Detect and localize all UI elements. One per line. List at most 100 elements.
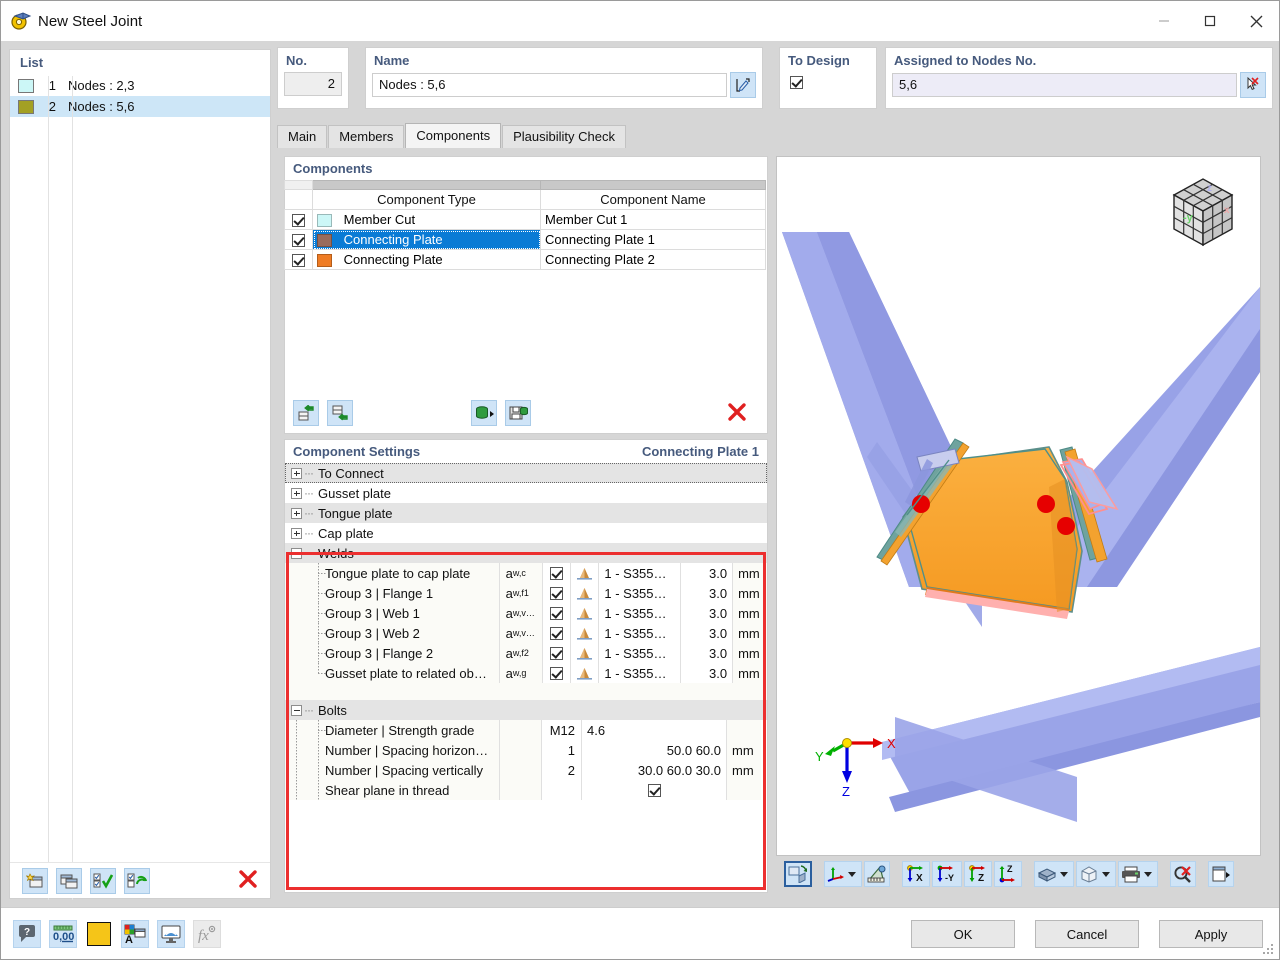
- resize-grip[interactable]: [1263, 944, 1275, 956]
- pick-cursor-icon[interactable]: [1240, 72, 1266, 98]
- display-properties-button[interactable]: A: [121, 920, 149, 948]
- bolt-strength-grade[interactable]: 4.6: [582, 720, 727, 740]
- tree-group-to-connect[interactable]: ··· To Connect: [285, 463, 767, 483]
- bolt-number[interactable]: 2: [542, 760, 582, 780]
- weld-row[interactable]: Group 3 | Web 2 aw,v… 1 - S355… 3.0 mm: [285, 623, 767, 643]
- weld-checkbox[interactable]: [550, 607, 563, 620]
- invert-selection-button[interactable]: [124, 868, 150, 894]
- weld-checkbox[interactable]: [550, 647, 563, 660]
- apply-button[interactable]: Apply: [1159, 920, 1263, 948]
- load-component-button[interactable]: [471, 400, 497, 426]
- tree-group-cap-plate[interactable]: ··· Cap plate: [285, 523, 767, 543]
- print-button[interactable]: [1118, 861, 1158, 887]
- tab-main[interactable]: Main: [277, 125, 327, 148]
- units-button[interactable]: 0,00: [49, 920, 77, 948]
- chevron-down-icon[interactable]: [1060, 872, 1068, 877]
- collapse-icon[interactable]: [291, 705, 302, 716]
- tree-group-tongue-plate[interactable]: ··· Tongue plate: [285, 503, 767, 523]
- new-item-button[interactable]: [22, 868, 48, 894]
- weld-checkbox[interactable]: [550, 567, 563, 580]
- view-in-z-button[interactable]: Z: [964, 861, 992, 887]
- bolt-spacing[interactable]: 30.0 60.0 30.0: [582, 760, 727, 780]
- save-component-button[interactable]: [505, 400, 531, 426]
- row-checkbox[interactable]: [292, 214, 305, 227]
- rotate-view-button[interactable]: [784, 861, 812, 887]
- view-in-x-button[interactable]: X: [902, 861, 930, 887]
- weld-material[interactable]: 1 - S355…: [599, 563, 681, 583]
- chevron-down-icon[interactable]: [1144, 872, 1152, 877]
- tab-members[interactable]: Members: [328, 125, 404, 148]
- bolt-diameter[interactable]: M12: [542, 720, 582, 740]
- color-swatch-button[interactable]: [85, 920, 113, 948]
- maximize-button[interactable]: [1187, 1, 1233, 41]
- 3d-viewport[interactable]: -y x z X Y Z: [776, 156, 1261, 856]
- view-cube-icon[interactable]: -y x z: [1164, 173, 1242, 256]
- tree-group-welds[interactable]: ··· Welds: [285, 543, 767, 563]
- weld-row[interactable]: Tongue plate to cap plate aw,c 1 - S355……: [285, 563, 767, 583]
- chevron-down-icon[interactable]: [848, 872, 856, 877]
- delete-component-button[interactable]: [727, 402, 747, 425]
- measure-button[interactable]: [864, 861, 890, 887]
- weld-value[interactable]: 3.0: [681, 583, 733, 603]
- table-row[interactable]: Connecting Plate Connecting Plate 1: [285, 230, 766, 250]
- ok-button[interactable]: OK: [911, 920, 1015, 948]
- weld-checkbox[interactable]: [550, 587, 563, 600]
- bolt-row[interactable]: Number | Spacing vertically 2 30.0 60.0 …: [285, 760, 767, 780]
- visual-settings-button[interactable]: [157, 920, 185, 948]
- tab-components[interactable]: Components: [405, 123, 501, 148]
- row-checkbox[interactable]: [292, 254, 305, 267]
- weld-material[interactable]: 1 - S355…: [599, 583, 681, 603]
- coordinate-system-button[interactable]: [824, 861, 862, 887]
- isometric-view-button[interactable]: Z: [994, 861, 1022, 887]
- assigned-nodes-input[interactable]: 5,6: [892, 73, 1237, 97]
- weld-checkbox[interactable]: [550, 627, 563, 640]
- weld-checkbox[interactable]: [550, 667, 563, 680]
- weld-value[interactable]: 3.0: [681, 643, 733, 663]
- tree-group-gusset-plate[interactable]: ··· Gusset plate: [285, 483, 767, 503]
- insert-component-button[interactable]: [327, 400, 353, 426]
- expand-icon[interactable]: [291, 508, 302, 519]
- view-in-minus-y-button[interactable]: -Y: [932, 861, 962, 887]
- weld-value[interactable]: 3.0: [681, 603, 733, 623]
- bolt-row[interactable]: Diameter | Strength grade M12 4.6: [285, 720, 767, 740]
- zoom-reset-button[interactable]: [1170, 861, 1196, 887]
- table-row[interactable]: Member Cut Member Cut 1: [285, 210, 766, 230]
- detach-view-button[interactable]: [1208, 861, 1234, 887]
- name-input[interactable]: Nodes : 5,6: [372, 73, 727, 97]
- expand-icon[interactable]: [291, 488, 302, 499]
- wireframe-mode-button[interactable]: [1076, 861, 1116, 887]
- weld-row[interactable]: Group 3 | Flange 1 aw,f1 1 - S355… 3.0 m…: [285, 583, 767, 603]
- weld-material[interactable]: 1 - S355…: [599, 663, 681, 683]
- cancel-button[interactable]: Cancel: [1035, 920, 1139, 948]
- weld-value[interactable]: 3.0: [681, 563, 733, 583]
- expand-icon[interactable]: [291, 528, 302, 539]
- render-mode-button[interactable]: [1034, 861, 1074, 887]
- weld-material[interactable]: 1 - S355…: [599, 603, 681, 623]
- weld-material[interactable]: 1 - S355…: [599, 643, 681, 663]
- shear-plane-checkbox[interactable]: [648, 784, 661, 797]
- chevron-down-icon[interactable]: [1102, 872, 1110, 877]
- delete-item-button[interactable]: [238, 869, 258, 892]
- table-row[interactable]: Connecting Plate Connecting Plate 2: [285, 250, 766, 270]
- edit-pencil-icon[interactable]: [730, 72, 756, 98]
- collapse-icon[interactable]: [291, 548, 302, 559]
- row-checkbox[interactable]: [292, 234, 305, 247]
- weld-value[interactable]: 3.0: [681, 663, 733, 683]
- minimize-button[interactable]: [1141, 1, 1187, 41]
- bolt-row[interactable]: Number | Spacing horizon… 1 50.0 60.0 mm: [285, 740, 767, 760]
- bolt-row[interactable]: Shear plane in thread: [285, 780, 767, 800]
- expand-icon[interactable]: [291, 468, 302, 479]
- bolt-spacing[interactable]: 50.0 60.0: [582, 740, 727, 760]
- weld-value[interactable]: 3.0: [681, 623, 733, 643]
- close-button[interactable]: [1233, 1, 1279, 41]
- copy-item-button[interactable]: [56, 868, 82, 894]
- tree-group-bolts[interactable]: ··· Bolts: [285, 700, 767, 720]
- import-component-button[interactable]: [293, 400, 319, 426]
- help-button[interactable]: ?: [13, 920, 41, 948]
- weld-row[interactable]: Group 3 | Flange 2 aw,f2 1 - S355… 3.0 m…: [285, 643, 767, 663]
- weld-row[interactable]: Group 3 | Web 1 aw,v… 1 - S355… 3.0 mm: [285, 603, 767, 623]
- weld-row[interactable]: Gusset plate to related ob… aw,g 1 - S35…: [285, 663, 767, 683]
- weld-material[interactable]: 1 - S355…: [599, 623, 681, 643]
- to-design-checkbox[interactable]: [790, 76, 803, 89]
- bolt-number[interactable]: 1: [542, 740, 582, 760]
